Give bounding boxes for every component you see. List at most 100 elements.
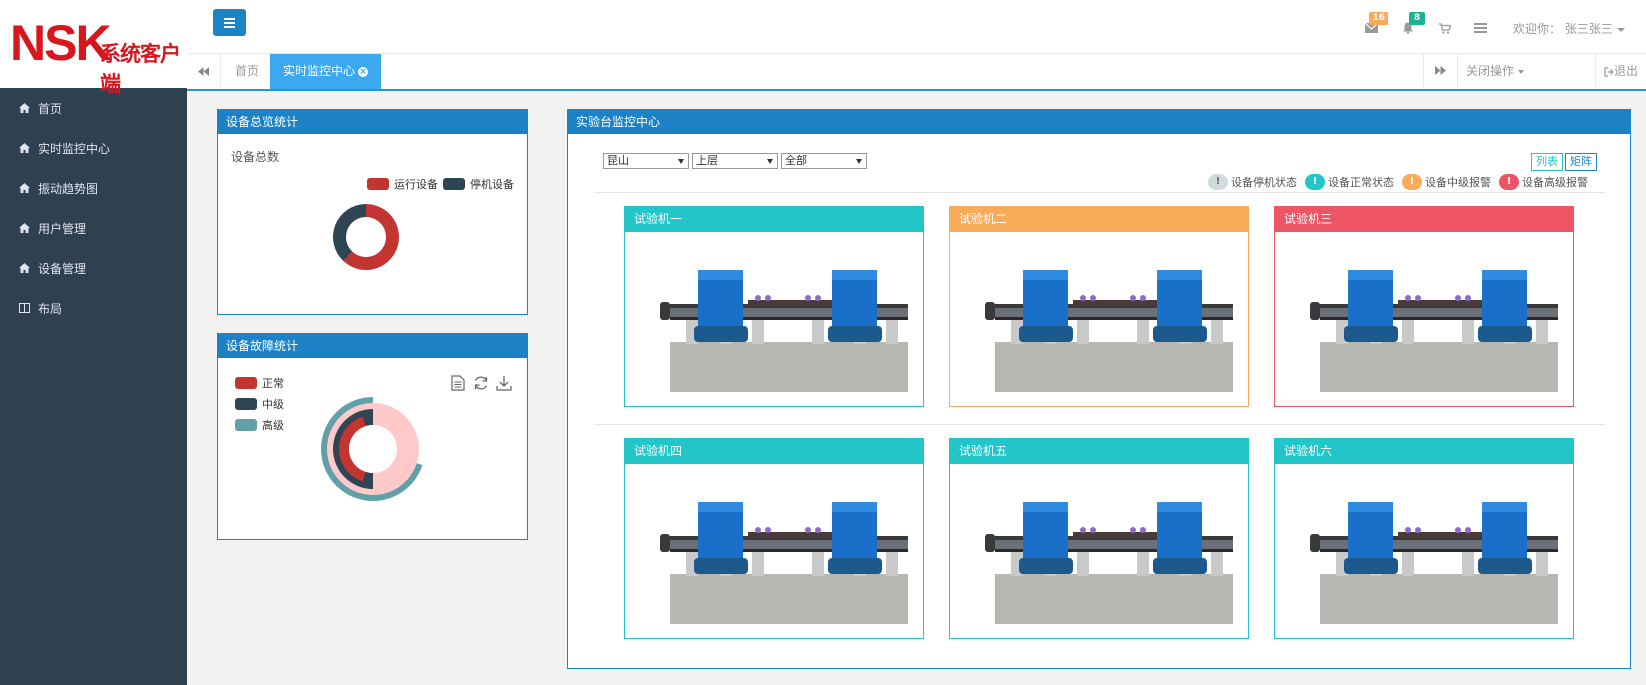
sidebar-item-home[interactable]: 首页 (0, 88, 187, 128)
home-icon (18, 142, 30, 154)
legend-item[interactable]: 正常 (235, 375, 284, 391)
tab-scroll-right-button[interactable] (1423, 54, 1457, 89)
machine-image (1290, 474, 1562, 634)
tab-home[interactable]: 首页 (222, 54, 272, 89)
tab-scroll-left-button[interactable] (187, 54, 221, 89)
user-menu[interactable]: 欢迎你： 张三张三 (1513, 20, 1625, 37)
high-alarm-icon: ! (1499, 174, 1519, 190)
sidebar-item-label: 振动趋势图 (38, 181, 99, 196)
floor-select[interactable]: 上层 (692, 153, 778, 169)
caret-down-icon (1517, 69, 1524, 74)
sidebar: NSK 系统客户端 首页 实时监控中心 振动趋势图 用户管理 设备管理 布局 (0, 0, 187, 685)
lab-monitor-panel: 实验台监控中心 昆山 上层 全部 列表 矩阵 ! 设备停机状态 ! 设备正常状态 !… (567, 109, 1631, 669)
logout-label: 退出 (1614, 64, 1639, 78)
machine-card[interactable]: 试验机四 (624, 438, 924, 639)
device-fault-panel: 设备故障统计 正常 中级 高级 (217, 333, 528, 540)
machine-image (640, 242, 912, 402)
download-button[interactable] (496, 375, 512, 391)
legend-item[interactable]: 停机设备 (443, 176, 514, 192)
machine-card[interactable]: 试验机六 (1274, 438, 1574, 639)
legend-label: 停机设备 (470, 178, 514, 191)
status-label: 设备停机状态 (1231, 176, 1297, 189)
test-rig-illustration (985, 502, 1237, 624)
notification-button[interactable]: 8 (1400, 12, 1425, 36)
legend-item[interactable]: 运行设备 (367, 176, 438, 192)
test-rig-illustration (985, 270, 1237, 392)
list-view-button[interactable]: 列表 (1531, 153, 1563, 171)
type-select[interactable]: 全部 (781, 153, 867, 169)
device-total-label: 设备总数 (231, 150, 280, 164)
machine-title: 试验机五 (950, 439, 1248, 464)
home-icon (18, 262, 30, 274)
mail-button[interactable]: 16 (1363, 12, 1388, 36)
legend-item[interactable]: 中级 (235, 396, 284, 412)
sidebar-item-vibration-trend[interactable]: 振动趋势图 (0, 168, 187, 208)
machine-title: 试验机三 (1275, 207, 1573, 232)
sidebar-item-label: 实时监控中心 (38, 141, 111, 156)
legend-swatch (367, 178, 389, 190)
sidebar-item-devices[interactable]: 设备管理 (0, 248, 187, 288)
test-rig-illustration (660, 502, 912, 624)
brand-logo[interactable]: NSK 系统客户端 (0, 0, 187, 96)
data-view-button[interactable] (451, 375, 467, 391)
document-icon (451, 375, 465, 391)
legend-item[interactable]: 高级 (235, 417, 284, 433)
tab-label: 实时监控中心 (283, 64, 356, 78)
sidebar-item-monitor[interactable]: 实时监控中心 (0, 128, 187, 168)
medium-alarm-icon: ! (1402, 174, 1422, 190)
tab-realtime-monitor[interactable]: 实时监控中心 × (270, 54, 382, 89)
forward-icon (1435, 66, 1446, 75)
test-rig-illustration (1310, 502, 1562, 624)
home-icon (18, 222, 30, 234)
home-icon (18, 182, 30, 194)
cart-button[interactable] (1437, 20, 1453, 36)
device-overview-panel: 设备总览统计 设备总数 运行设备 停机设备 (217, 109, 528, 315)
machine-card[interactable]: 试验机五 (949, 438, 1249, 639)
matrix-view-button[interactable]: 矩阵 (1565, 153, 1597, 171)
close-ops-label: 关闭操作 (1466, 64, 1515, 78)
machine-image (640, 474, 912, 634)
fault-donut-hole (349, 425, 397, 473)
sidebar-nav: 首页 实时监控中心 振动趋势图 用户管理 设备管理 布局 (0, 88, 187, 328)
notification-count-badge: 8 (1409, 12, 1425, 25)
sidebar-item-layout[interactable]: 布局 (0, 288, 187, 328)
machine-image (965, 474, 1237, 634)
machine-title: 试验机二 (950, 207, 1248, 232)
menu-toggle-button[interactable] (213, 9, 246, 36)
home-icon (18, 102, 30, 114)
machine-title: 试验机六 (1275, 439, 1573, 464)
machine-title: 试验机一 (625, 207, 923, 232)
close-icon[interactable]: × (358, 66, 369, 77)
close-operations-dropdown[interactable]: 关闭操作 (1457, 54, 1532, 89)
machine-image (1290, 242, 1562, 402)
legend-swatch (443, 178, 465, 190)
tab-label: 首页 (235, 64, 260, 78)
legend-swatch (235, 377, 257, 389)
panel-title: 设备总览统计 (218, 110, 527, 134)
refresh-icon (474, 376, 488, 390)
refresh-button[interactable] (473, 375, 489, 391)
legend-label: 中级 (262, 398, 284, 411)
status-label: 设备正常状态 (1328, 176, 1394, 189)
location-select[interactable]: 昆山 (603, 153, 689, 169)
machine-card[interactable]: 试验机二 (949, 206, 1249, 407)
tasks-button[interactable] (1472, 20, 1488, 36)
sidebar-item-users[interactable]: 用户管理 (0, 208, 187, 248)
status-label: 设备高级报警 (1522, 176, 1588, 189)
sidebar-item-label: 首页 (38, 101, 63, 116)
list-icon (1473, 23, 1487, 33)
panel-title: 设备故障统计 (218, 334, 527, 358)
welcome-text: 欢迎你： 张三张三 (1513, 22, 1613, 36)
sign-out-icon (1604, 66, 1614, 77)
divider (594, 192, 1605, 193)
device-status-slice-1[interactable] (333, 204, 366, 262)
logout-button[interactable]: 退出 (1595, 54, 1646, 89)
panel-title: 实验台监控中心 (568, 110, 1630, 134)
legend-swatch (235, 398, 257, 410)
status-label: 设备中级报警 (1425, 176, 1491, 189)
machine-card[interactable]: 试验机三 (1274, 206, 1574, 407)
machine-card[interactable]: 试验机一 (624, 206, 924, 407)
hamburger-icon (224, 21, 235, 24)
sidebar-item-label: 布局 (38, 301, 63, 316)
sidebar-item-label: 设备管理 (38, 261, 87, 276)
